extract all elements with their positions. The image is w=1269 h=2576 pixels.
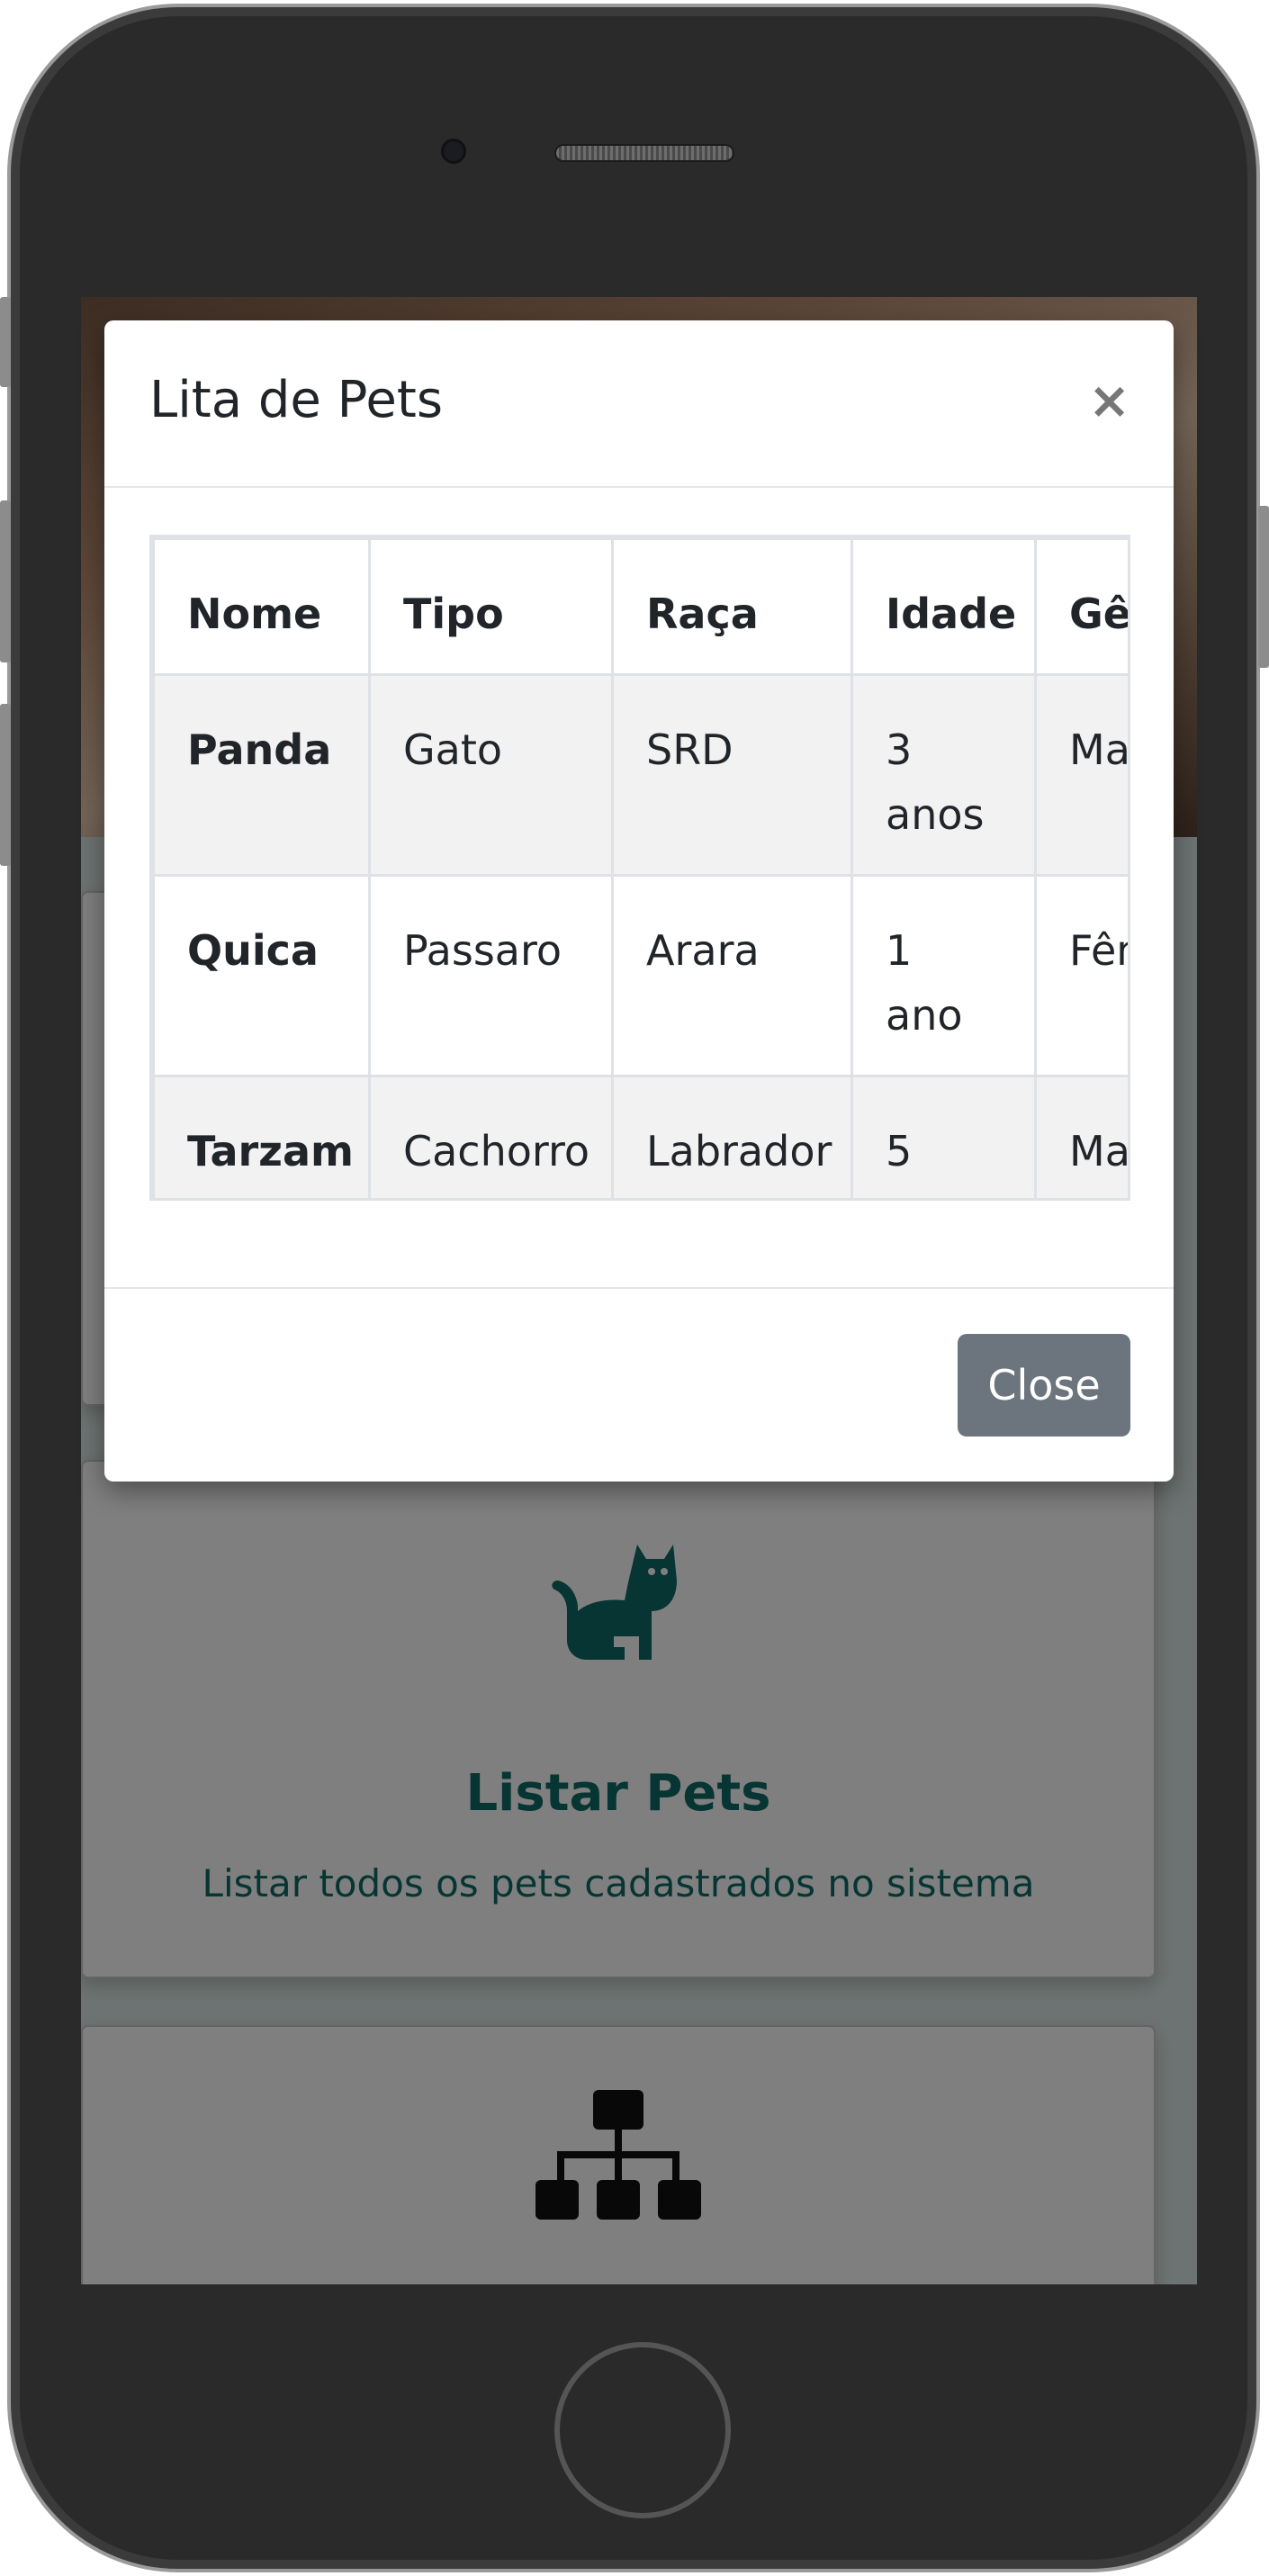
close-button[interactable]: Close [958,1334,1130,1437]
pets-table-container[interactable]: Nome Tipo Raça Idade Gênero Panda Gato S… [149,535,1130,1201]
camera-icon [441,139,466,164]
pets-table: Nome Tipo Raça Idade Gênero Panda Gato S… [152,537,1128,1198]
cell-idade: 3 anos [850,673,1037,877]
close-icon[interactable]: × [1088,376,1130,427]
cell-nome: Tarzam [152,1075,371,1198]
table-row: Quica Passaro Arara 1 ano Fêmea [152,874,1128,1077]
side-button-volume-up [0,500,11,662]
cell-genero: Macho [1034,1075,1128,1198]
pets-list-modal: Lita de Pets × Nome Tipo Raça Idade Gêne… [104,320,1174,1482]
cell-raca: SRD [611,673,853,877]
column-header-nome: Nome [152,537,371,676]
table-row: Panda Gato SRD 3 anos Macho [152,673,1128,877]
column-header-idade: Idade [850,537,1037,676]
side-button-power [1258,506,1269,668]
cell-genero: Fêmea [1034,874,1128,1077]
home-button[interactable] [554,2342,731,2518]
side-button-mute [0,297,11,387]
cell-raca: Arara [611,874,853,1077]
table-header-row: Nome Tipo Raça Idade Gênero [152,537,1128,676]
column-header-genero: Gênero [1034,537,1128,676]
cell-raca: Labrador [611,1075,853,1198]
cell-tipo: Passaro [368,874,614,1077]
cell-idade: 5 anos [850,1075,1037,1198]
speaker-grille [554,144,734,162]
cell-idade: 1 ano [850,874,1037,1077]
side-button-volume-down [0,704,11,866]
column-header-raca: Raça [611,537,853,676]
cell-nome: Quica [152,874,371,1077]
modal-footer: Close [104,1287,1174,1482]
cell-nome: Panda [152,673,371,877]
cell-tipo: Cachorro [368,1075,614,1198]
column-header-tipo: Tipo [368,537,614,676]
phone-frame: Listar Pets Listar todos os pets cadastr… [7,4,1260,2572]
table-row: Tarzam Cachorro Labrador 5 anos Macho [152,1075,1128,1198]
modal-header: Lita de Pets × [104,320,1174,488]
cell-genero: Macho [1034,673,1128,877]
modal-title: Lita de Pets [149,371,443,429]
cell-tipo: Gato [368,673,614,877]
